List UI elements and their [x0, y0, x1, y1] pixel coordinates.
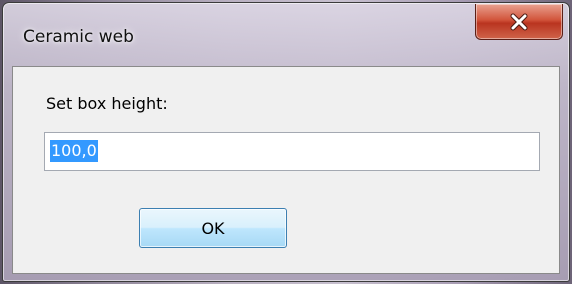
ok-button[interactable]: OK [139, 208, 287, 248]
window-title: Ceramic web [23, 27, 134, 47]
close-button[interactable] [475, 4, 563, 40]
box-height-value: 100,0 [50, 140, 98, 162]
ok-button-label: OK [201, 218, 225, 238]
dialog-body: Set box height: 100,0 OK [12, 66, 560, 274]
dialog-window: Ceramic web Set box height: 100,0 OK [2, 2, 570, 282]
height-prompt-label: Set box height: [46, 94, 168, 113]
title-bar[interactable]: Ceramic web [3, 3, 569, 65]
close-icon [510, 13, 528, 30]
box-height-input[interactable]: 100,0 [44, 132, 540, 171]
